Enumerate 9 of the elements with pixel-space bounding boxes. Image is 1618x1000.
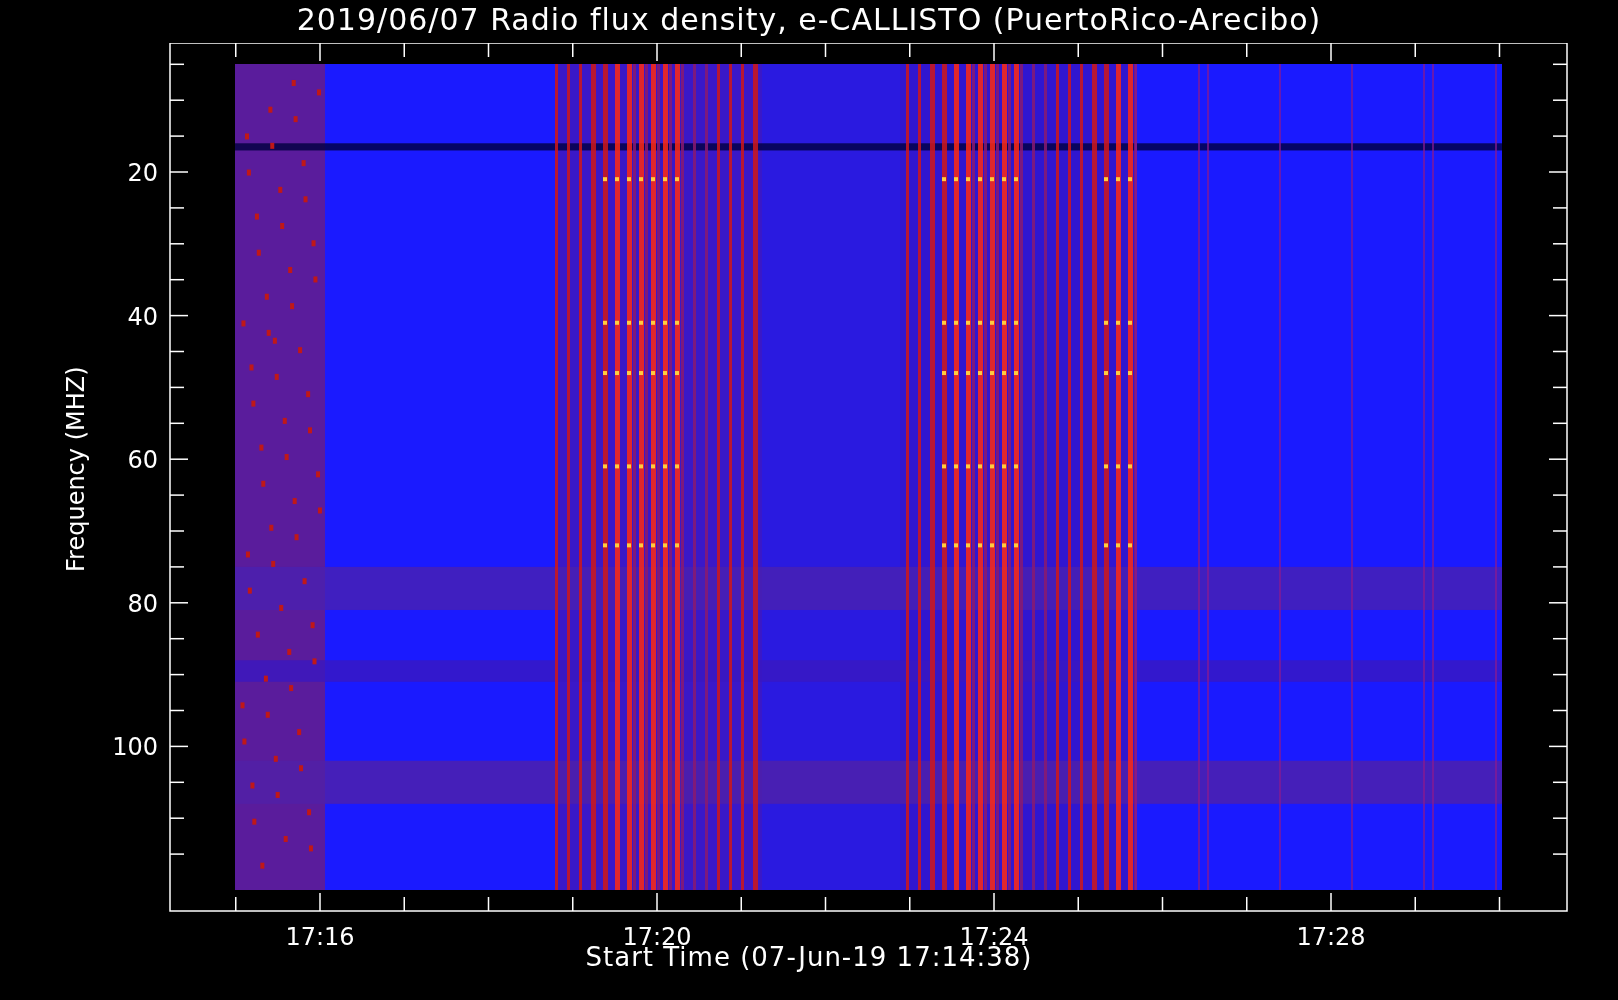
y-tick-label: 100 — [112, 733, 158, 762]
y-tick-label: 40 — [127, 302, 158, 331]
chart-title: 2019/06/07 Radio flux density, e-CALLISTO (PuertoRico-Arecibo) — [296, 1, 1322, 39]
y-tick-label: 20 — [127, 159, 158, 187]
y-tick-label: 60 — [127, 446, 158, 475]
x-tick-label: 17:16 — [285, 923, 355, 948]
x-tick-label: 17:28 — [1296, 923, 1366, 948]
y-axis-label: Frequency (MHZ) — [62, 366, 90, 572]
y-tick-label: 80 — [127, 589, 158, 618]
